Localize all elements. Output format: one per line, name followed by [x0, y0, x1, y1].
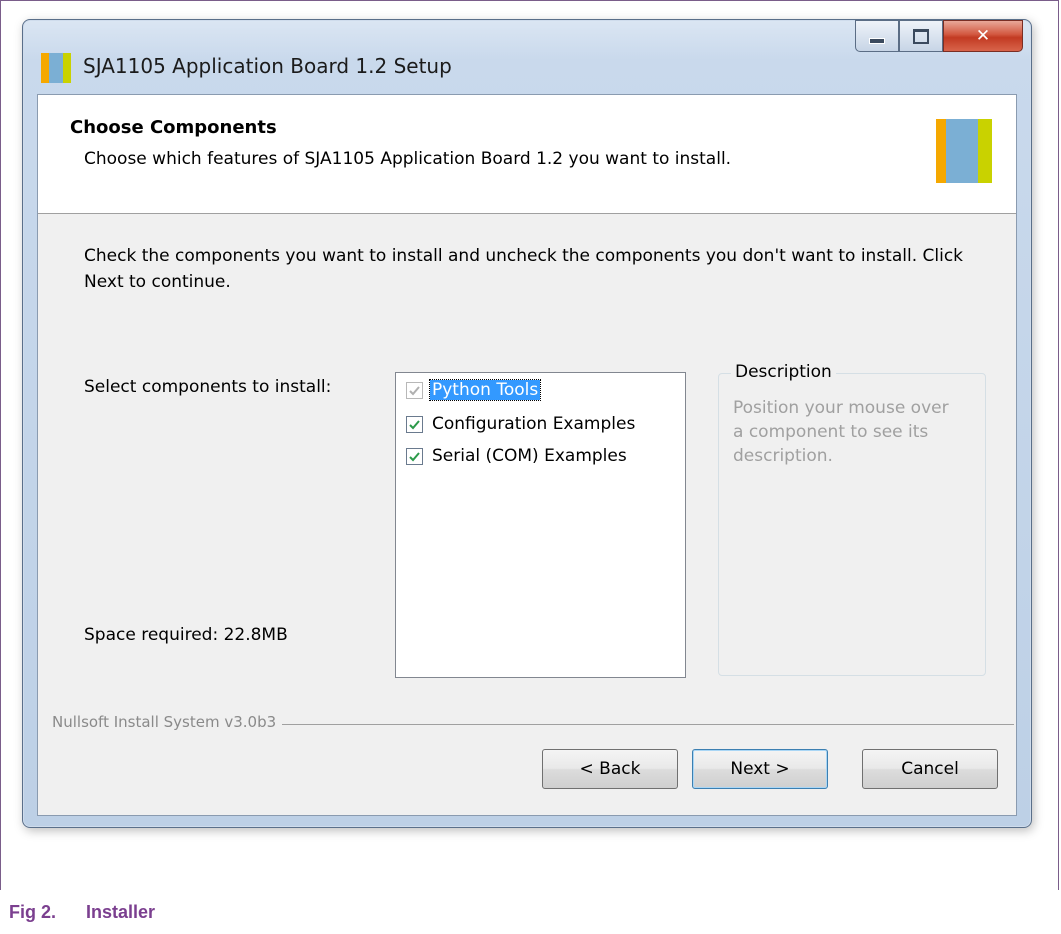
- cancel-button[interactable]: Cancel: [862, 749, 998, 789]
- dialog-client-area: Choose Components Choose which features …: [37, 94, 1017, 816]
- component-label: Configuration Examples: [432, 414, 636, 434]
- figure-number: Fig 2.: [9, 902, 57, 922]
- checkbox-configuration-examples[interactable]: [406, 415, 423, 433]
- instructions-text: Check the components you want to install…: [84, 246, 964, 292]
- app-icon: [41, 53, 71, 83]
- checkbox-python-tools[interactable]: [406, 381, 423, 399]
- description-title: Description: [731, 362, 836, 382]
- checkmark-icon: [409, 451, 420, 461]
- close-icon: ✕: [975, 26, 991, 46]
- select-components-label: Select components to install:: [84, 377, 332, 397]
- checkbox-serial-com-examples[interactable]: [406, 447, 423, 465]
- caption-buttons: ✕: [855, 20, 1023, 54]
- maximize-icon: [913, 28, 929, 44]
- component-label: Serial (COM) Examples: [432, 446, 627, 466]
- component-label: Python Tools: [428, 379, 542, 401]
- checkmark-icon: [409, 385, 420, 395]
- title-bar[interactable]: SJA1105 Application Board 1.2 Setup ✕: [23, 20, 1031, 94]
- figure-title: Installer: [86, 902, 156, 922]
- component-item-python-tools[interactable]: Python Tools: [406, 377, 542, 403]
- maximize-button[interactable]: [899, 20, 943, 52]
- component-item-serial-com-examples[interactable]: Serial (COM) Examples: [406, 443, 629, 469]
- header-panel: Choose Components Choose which features …: [38, 95, 1016, 214]
- figure-caption: Fig 2. Installer: [9, 902, 155, 923]
- close-button[interactable]: ✕: [943, 20, 1023, 52]
- window-title: SJA1105 Application Board 1.2 Setup: [83, 54, 452, 78]
- minimize-icon: [869, 38, 885, 44]
- component-item-configuration-examples[interactable]: Configuration Examples: [406, 411, 637, 437]
- branding-text: Nullsoft Install System v3.0b3: [52, 713, 283, 731]
- header-logo: [936, 119, 992, 183]
- minimize-button[interactable]: [855, 20, 899, 52]
- description-text: Position your mouse over a component to …: [733, 398, 949, 466]
- space-required-label: Space required: 22.8MB: [84, 625, 288, 645]
- description-group: Description Position your mouse over a c…: [718, 362, 986, 676]
- components-tree[interactable]: Python Tools Configuration Examples Seri…: [395, 372, 686, 678]
- page-title: Choose Components: [70, 117, 277, 138]
- next-button[interactable]: Next >: [692, 749, 828, 789]
- page-subtitle: Choose which features of SJA1105 Applica…: [84, 149, 732, 169]
- installer-window: SJA1105 Application Board 1.2 Setup ✕ Ch…: [22, 19, 1032, 828]
- nsis-branding: Nullsoft Install System v3.0b3: [52, 713, 1014, 733]
- back-button[interactable]: < Back: [542, 749, 678, 789]
- checkmark-icon: [409, 419, 420, 429]
